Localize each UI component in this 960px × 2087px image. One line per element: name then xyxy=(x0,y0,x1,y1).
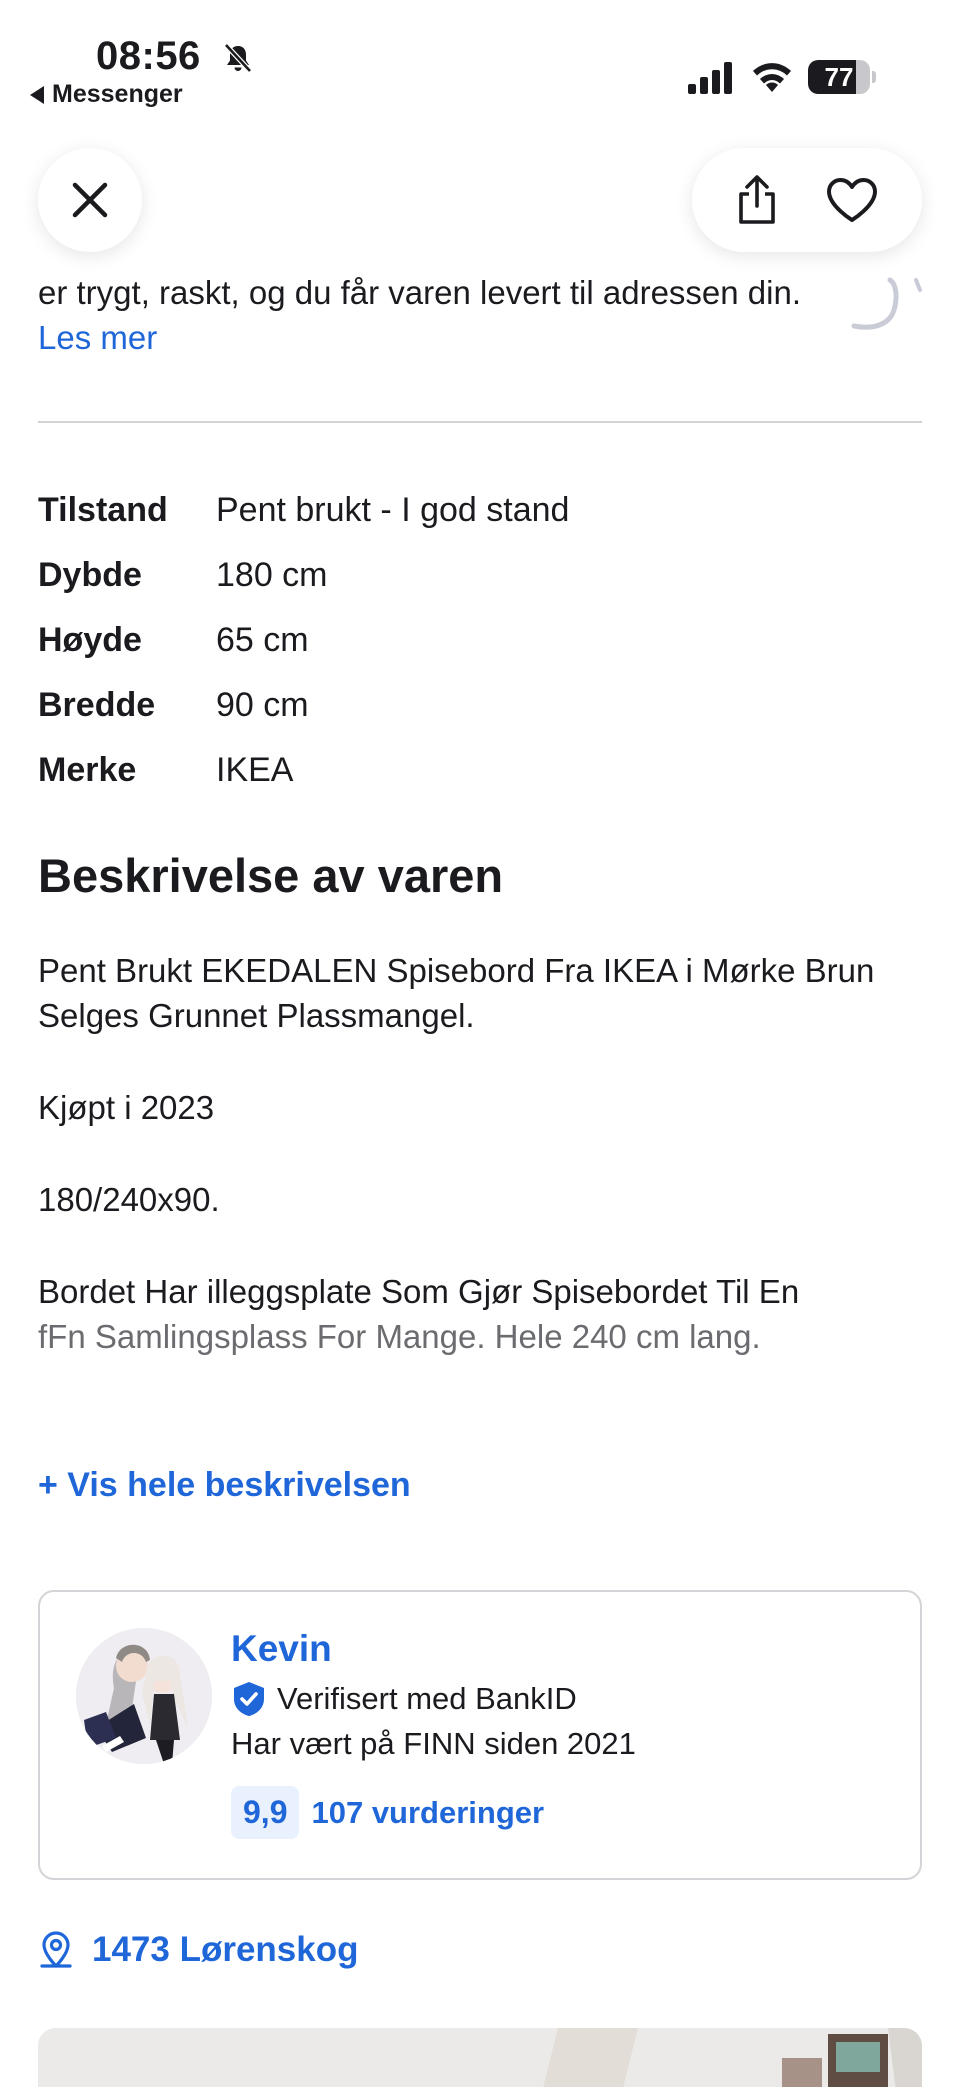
section-divider xyxy=(38,421,922,423)
description-paragraph: Bordet Har illeggsplate Som Gjør Spisebo… xyxy=(38,1269,922,1359)
show-full-description-button[interactable]: + Vis hele beskrivelsen xyxy=(38,1466,411,1505)
back-app-label: Messenger xyxy=(52,80,183,108)
close-icon xyxy=(72,182,108,218)
description-body: Pent Brukt EKEDALEN Spisebord Fra IKEA i… xyxy=(38,948,922,1359)
close-button[interactable] xyxy=(38,148,142,252)
member-since: Har vært på FINN siden 2021 xyxy=(231,1726,636,1761)
map-preview-image xyxy=(38,2028,922,2087)
seller-name[interactable]: Kevin xyxy=(231,1628,332,1670)
verified-badge: Verifisert med BankID xyxy=(231,1680,577,1718)
shipping-illustration-icon xyxy=(851,277,922,330)
status-time: 08:56 xyxy=(96,34,201,78)
spec-row-condition: Tilstand Pent brukt - I god stand xyxy=(38,478,922,543)
specs-table: Tilstand Pent brukt - I god stand Dybde … xyxy=(38,478,922,803)
description-paragraph: Kjøpt i 2023 xyxy=(38,1089,215,1126)
verified-shield-icon xyxy=(234,1682,264,1716)
battery-indicator: 77 xyxy=(808,60,876,94)
cellular-signal-icon xyxy=(688,62,732,94)
back-to-app[interactable]: Messenger xyxy=(30,80,183,109)
wifi-icon xyxy=(753,63,791,92)
status-bar: 08:56 Messenger 77 xyxy=(0,0,960,120)
share-button[interactable] xyxy=(735,174,779,226)
rating-count-link[interactable]: 107 vurderinger xyxy=(311,1795,544,1831)
spec-value: 180 cm xyxy=(216,556,328,594)
spec-row-brand: Merke IKEA xyxy=(38,738,922,803)
location-label: 1473 Lørenskog xyxy=(92,1930,359,1969)
heart-icon xyxy=(827,178,877,222)
share-icon xyxy=(739,175,775,224)
rating-score: 9,9 xyxy=(231,1786,300,1839)
location-pin-icon xyxy=(40,1931,72,1968)
header-actions xyxy=(692,148,922,252)
spec-row-height: Høyde 65 cm xyxy=(38,608,922,673)
spec-key: Merke xyxy=(38,751,137,789)
description-line: Bordet Har illeggsplate Som Gjør Spisebo… xyxy=(38,1273,800,1310)
spec-key: Tilstand xyxy=(38,491,168,529)
spec-value: Pent brukt - I god stand xyxy=(216,491,570,529)
description-paragraph: Pent Brukt EKEDALEN Spisebord Fra IKEA i… xyxy=(38,952,875,1034)
spec-key: Høyde xyxy=(38,621,142,659)
description-paragraph: 180/240x90. xyxy=(38,1181,220,1218)
map-preview[interactable] xyxy=(38,2028,922,2087)
battery-nub xyxy=(872,71,876,83)
description-heading: Beskrivelse av varen xyxy=(38,849,504,902)
favorite-button[interactable] xyxy=(825,176,879,224)
avatar-image xyxy=(76,1628,212,1764)
spec-value: IKEA xyxy=(216,751,294,789)
shipping-info-text: er trygt, raskt, og du får varen levert … xyxy=(38,270,838,360)
location-link[interactable]: 1473 Lørenskog xyxy=(38,1930,359,1970)
verified-label: Verifisert med BankID xyxy=(277,1681,577,1716)
read-more-link[interactable]: Les mer xyxy=(38,319,157,356)
rating-row[interactable]: 9,9 107 vurderinger xyxy=(231,1786,544,1839)
seller-card[interactable]: Kevin Verifisert med BankID Har vært på … xyxy=(38,1590,922,1880)
battery-percentage: 77 xyxy=(824,62,854,92)
spec-key: Dybde xyxy=(38,556,142,594)
avatar[interactable] xyxy=(76,1628,212,1764)
back-triangle-icon xyxy=(30,85,44,104)
spec-row-depth: Dybde 180 cm xyxy=(38,543,922,608)
bell-muted-icon xyxy=(224,43,252,73)
spec-row-width: Bredde 90 cm xyxy=(38,673,922,738)
spec-key: Bredde xyxy=(38,686,156,724)
battery-body: 77 xyxy=(808,60,870,94)
description-line-faded: fFn Samlingsplass For Mange. Hele 240 cm… xyxy=(38,1318,761,1355)
spec-value: 65 cm xyxy=(216,621,309,659)
shipping-info-body: er trygt, raskt, og du får varen levert … xyxy=(38,274,802,311)
spec-value: 90 cm xyxy=(216,686,309,724)
